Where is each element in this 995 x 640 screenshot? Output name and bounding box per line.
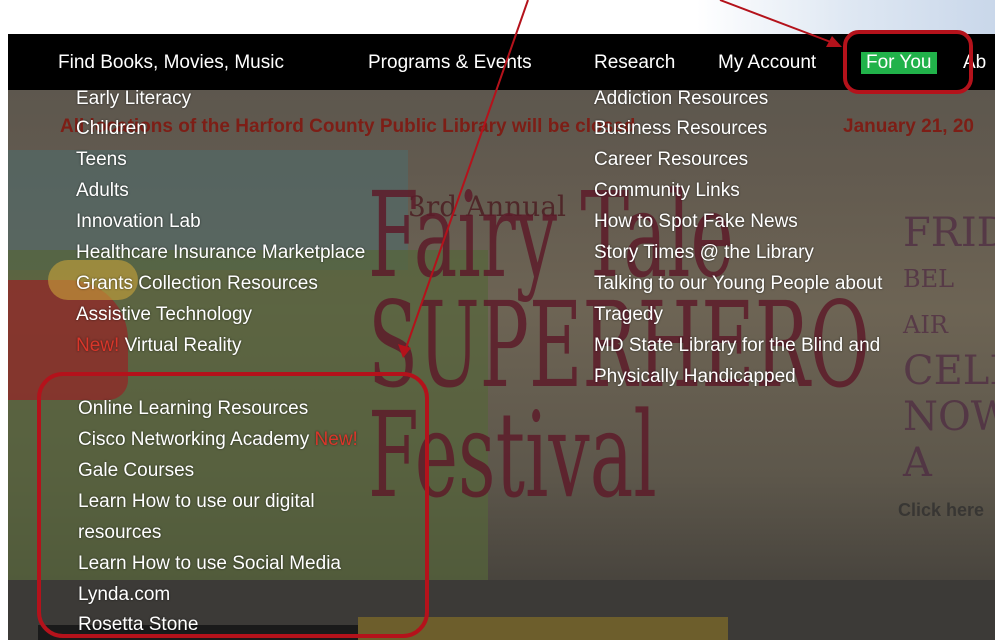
menu-item-innovation-lab[interactable]: Innovation Lab <box>76 211 201 233</box>
poster-line: Festival <box>368 386 657 524</box>
menu-item-assistive-technology[interactable]: Assistive Technology <box>76 304 252 326</box>
banner-line: BEL AIR <box>903 265 955 339</box>
banner-line: CELEBR <box>903 348 995 394</box>
menu-item-children[interactable]: Children <box>76 118 147 140</box>
closure-date: January 21, 20 <box>843 116 974 137</box>
menu-item-business[interactable]: Business Resources <box>594 118 767 140</box>
menu-item-adults[interactable]: Adults <box>76 180 129 202</box>
menu-item-grants[interactable]: Grants Collection Resources <box>76 273 318 295</box>
menu-item-md-state-library-cont[interactable]: Physically Handicapped <box>594 366 796 388</box>
menu-item-fake-news[interactable]: How to Spot Fake News <box>594 211 798 233</box>
virtual-reality-label: Virtual Reality <box>124 335 242 356</box>
banner-line: FRID <box>903 210 995 256</box>
menu-item-virtual-reality[interactable]: New! Virtual Reality <box>76 335 241 357</box>
nav-find-books[interactable]: Find Books, Movies, Music <box>58 52 284 74</box>
menu-item-md-state-library[interactable]: MD State Library for the Blind and <box>594 335 880 357</box>
new-badge: New! <box>76 335 120 356</box>
click-here-link[interactable]: Click here <box>898 500 984 521</box>
annotation-box-for-you <box>843 30 973 94</box>
menu-item-community-links[interactable]: Community Links <box>594 180 740 202</box>
left-margin-strip <box>0 34 8 640</box>
menu-item-story-times[interactable]: Story Times @ the Library <box>594 242 814 264</box>
menu-item-addiction[interactable]: Addiction Resources <box>594 88 768 110</box>
nav-research[interactable]: Research <box>594 52 675 74</box>
page-top-area <box>0 0 995 34</box>
menu-item-healthcare[interactable]: Healthcare Insurance Marketplace <box>76 242 365 264</box>
banner-line: NOW A <box>903 394 995 486</box>
menu-item-career[interactable]: Career Resources <box>594 149 748 171</box>
banner-right-text[interactable]: FRID BEL AIR CELEBR NOW A <box>903 210 995 486</box>
nav-programs-events[interactable]: Programs & Events <box>368 52 532 74</box>
menu-item-talking-young-people-cont[interactable]: Tragedy <box>594 304 663 326</box>
menu-item-early-literacy[interactable]: Early Literacy <box>76 88 191 110</box>
menu-item-teens[interactable]: Teens <box>76 149 127 171</box>
menu-item-talking-young-people[interactable]: Talking to our Young People about <box>594 273 882 295</box>
annotation-box-online-learning <box>37 372 429 638</box>
nav-my-account[interactable]: My Account <box>718 52 816 74</box>
